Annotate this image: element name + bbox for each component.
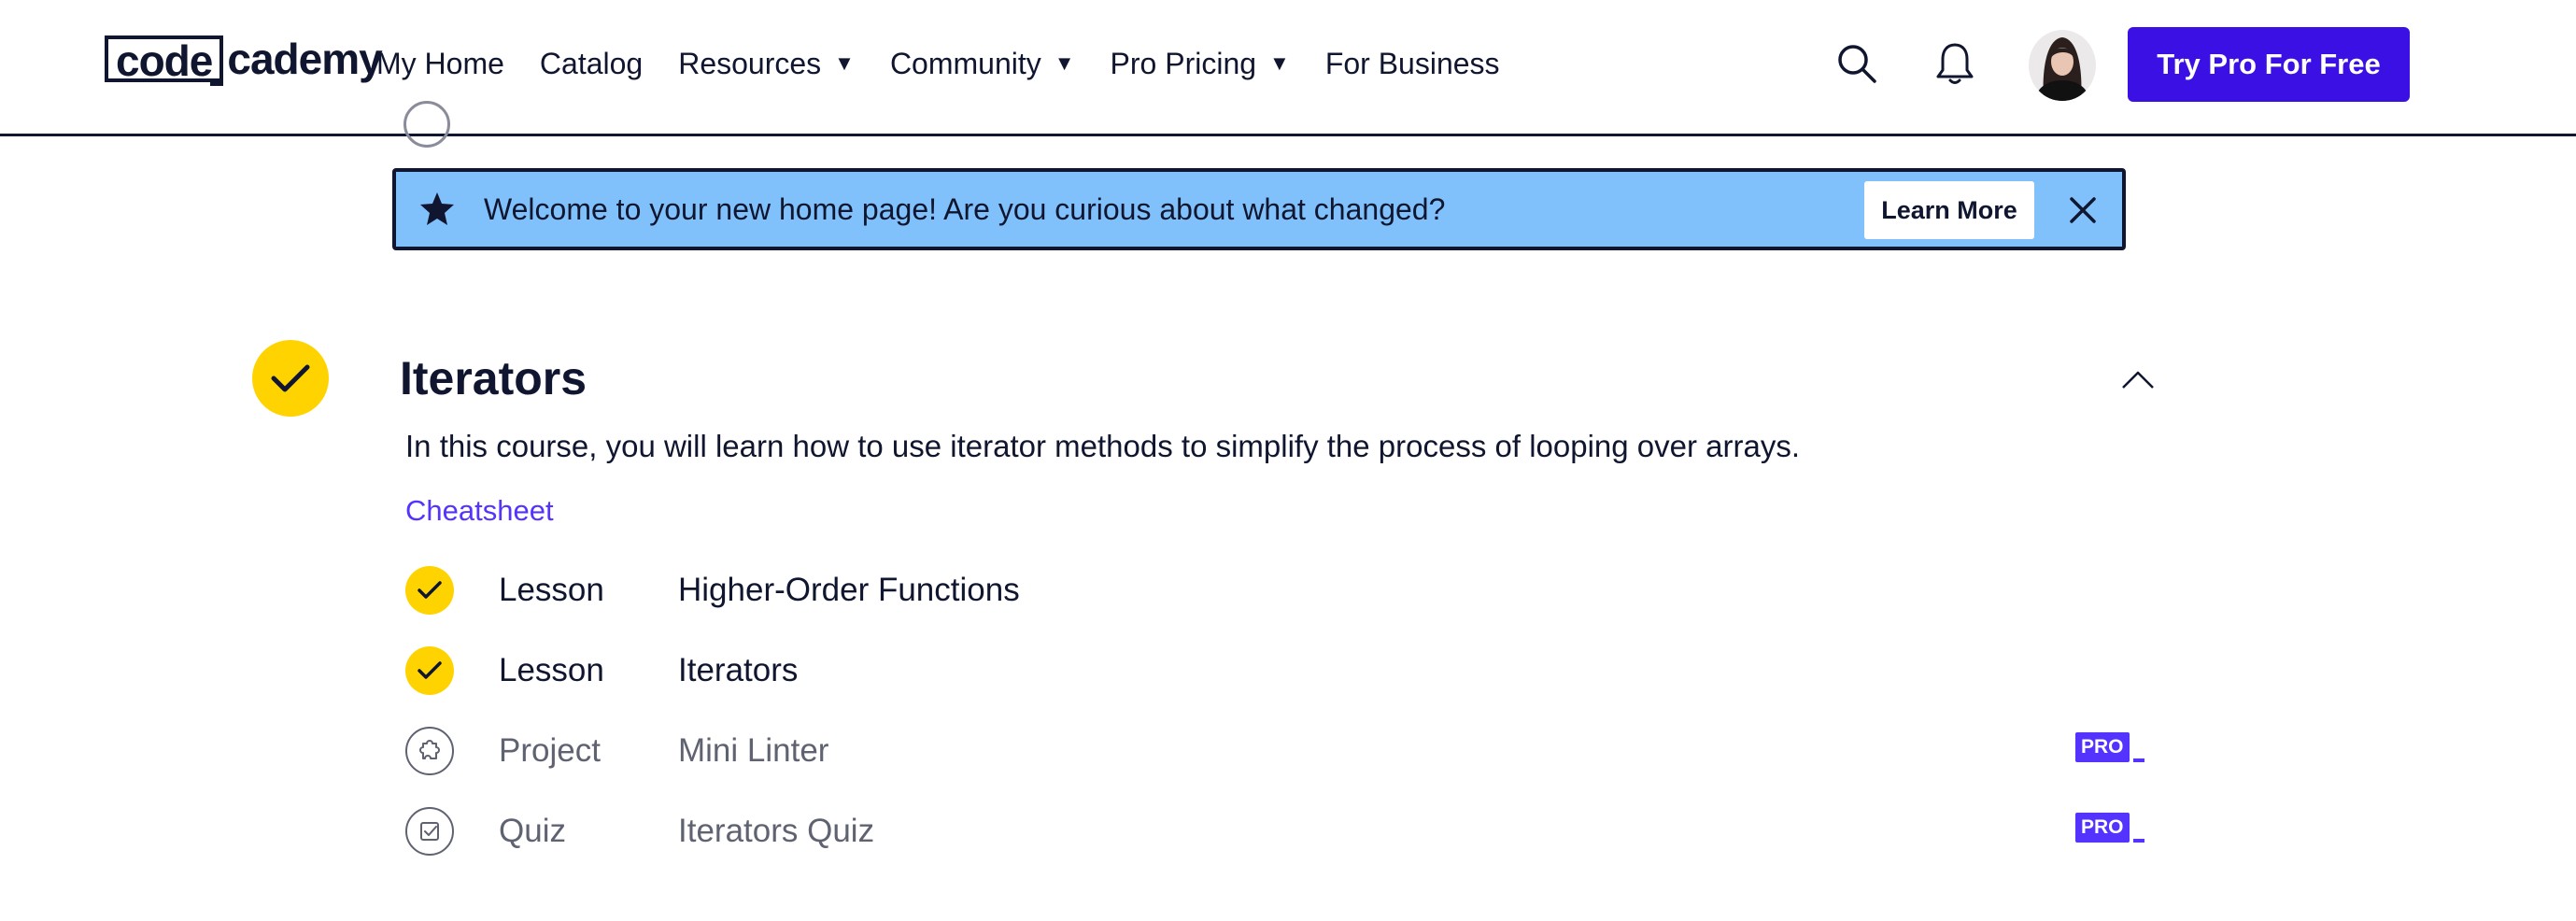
codecademy-logo[interactable]: code cademy	[105, 32, 383, 86]
avatar-portrait-icon	[2034, 37, 2090, 101]
bell-icon[interactable]	[1935, 41, 1974, 86]
banner-message: Welcome to your new home page! Are you c…	[484, 192, 1446, 226]
nav-community-label: Community	[889, 46, 1041, 80]
nav-my-home-label: My Home	[376, 46, 504, 80]
nav-catalog[interactable]: Catalog	[540, 47, 643, 81]
nav-my-home[interactable]: My Home	[376, 47, 504, 81]
caret-down-icon: ▼	[1269, 51, 1290, 75]
nav-for-business-label: For Business	[1324, 46, 1500, 80]
welcome-banner: Welcome to your new home page! Are you c…	[392, 168, 2126, 250]
item-title: Higher-Order Functions	[678, 572, 1020, 608]
search-icon[interactable]	[1836, 43, 1877, 84]
nav-pro-pricing-label: Pro Pricing	[1110, 46, 1257, 80]
top-navigation-bar: code cademy My Home Catalog Resources ▼ C…	[0, 0, 2576, 136]
close-icon[interactable]	[2068, 195, 2098, 225]
caret-down-icon: ▼	[834, 51, 855, 75]
pro-badge-label: PRO	[2075, 813, 2130, 843]
nav-catalog-label: Catalog	[539, 46, 644, 80]
caret-down-icon: ▼	[1054, 51, 1075, 75]
user-avatar[interactable]	[2029, 30, 2096, 101]
item-type: Project	[499, 732, 601, 769]
try-pro-button[interactable]: Try Pro For Free	[2128, 27, 2410, 102]
item-type: Lesson	[499, 572, 604, 608]
curriculum-item-row[interactable]: Project Mini Linter PRO	[405, 721, 2150, 781]
item-type: Quiz	[499, 813, 566, 849]
item-title: Iterators Quiz	[678, 813, 875, 849]
pro-badge: PRO	[2075, 813, 2144, 843]
item-title: Iterators	[678, 652, 799, 688]
curriculum-item-row[interactable]: Quiz Iterators Quiz PRO	[405, 801, 2150, 861]
nav-community[interactable]: Community ▼	[890, 47, 1075, 81]
quiz-icon	[405, 807, 454, 856]
nav-pro-pricing[interactable]: Pro Pricing ▼	[1111, 47, 1290, 81]
complete-check-icon	[405, 566, 454, 615]
pro-badge-cursor	[2132, 758, 2144, 762]
curriculum-item-row[interactable]: Lesson Higher-Order Functions	[405, 560, 2150, 620]
chevron-up-icon[interactable]	[2120, 368, 2156, 390]
check-icon	[271, 364, 310, 392]
complete-check-icon	[405, 646, 454, 695]
logo-cademy-text: cademy	[227, 35, 382, 83]
main-nav: My Home Catalog Resources ▼ Community ▼ Pr…	[376, 0, 1536, 127]
nav-resources-label: Resources	[678, 46, 822, 80]
pro-badge-cursor	[2132, 839, 2144, 843]
nav-resources[interactable]: Resources ▼	[678, 47, 855, 81]
previous-item-status-icon	[403, 101, 450, 148]
item-type: Lesson	[499, 652, 604, 688]
logo-code-box: code	[105, 35, 224, 86]
module-title: Iterators	[400, 352, 587, 404]
module-complete-check-icon	[252, 340, 329, 417]
star-icon	[420, 192, 454, 225]
learn-more-button[interactable]: Learn More	[1864, 181, 2034, 239]
pro-badge: PRO	[2075, 732, 2144, 762]
nav-for-business[interactable]: For Business	[1325, 47, 1500, 81]
module-description: In this course, you will learn how to us…	[405, 429, 1801, 463]
cheatsheet-link[interactable]: Cheatsheet	[405, 491, 554, 531]
item-title: Mini Linter	[678, 732, 829, 769]
puzzle-icon	[405, 727, 454, 775]
curriculum-item-row[interactable]: Lesson Iterators	[405, 641, 2150, 701]
pro-badge-label: PRO	[2075, 732, 2130, 762]
